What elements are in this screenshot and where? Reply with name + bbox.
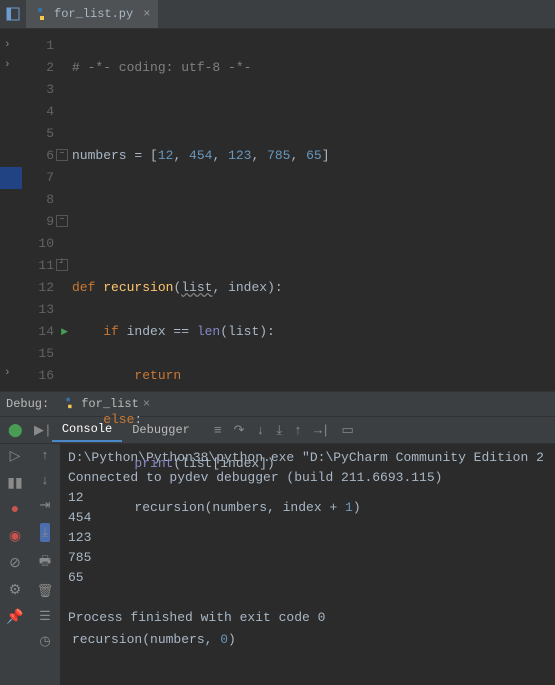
view-breakpoints-icon[interactable]: ◉ [9, 528, 21, 545]
code-editor[interactable]: › › › 1 2 3 4 5 6− 7 8 9− 10 11┘ 12 13 1… [0, 29, 555, 391]
run-to-cursor-icon[interactable]: ▶| [34, 423, 52, 438]
code-area[interactable]: # -*- coding: utf-8 -*- numbers = [12, 4… [72, 29, 555, 391]
tab-for-list[interactable]: for_list.py × [26, 0, 158, 28]
debug-title: Debug: [6, 397, 49, 411]
clear-icon[interactable]: 🗑 [37, 584, 54, 599]
down-stack-icon[interactable]: ↓ [41, 473, 49, 488]
debug-left-sidebar: ▷ ▮▮ ● ◉ ⊘ ⚙ 📌 [0, 444, 30, 685]
line-number-gutter: 1 2 3 4 5 6− 7 8 9− 10 11┘ 12 13 14▶ 15 … [0, 29, 72, 391]
resume-icon[interactable]: ▷ [10, 448, 21, 465]
history-icon[interactable]: ◷ [39, 634, 50, 649]
filter-icon[interactable]: ☰ [39, 609, 51, 624]
editor-tab-bar: for_list.py × [0, 0, 555, 29]
fold-end-icon[interactable]: ┘ [56, 259, 68, 271]
up-stack-icon[interactable]: ↑ [41, 448, 49, 463]
python-file-icon [34, 7, 48, 21]
fold-icon[interactable]: − [56, 215, 68, 227]
rerun-sidebar-top: ⬤ [0, 423, 30, 438]
fold-icon[interactable]: − [56, 149, 68, 161]
stop-icon[interactable]: ● [11, 502, 19, 518]
settings-icon[interactable]: ⚙ [9, 582, 22, 599]
wrap-icon[interactable]: ⇥ [40, 498, 51, 513]
print-icon[interactable]: 🖶 [39, 552, 51, 574]
run-gutter-icon[interactable]: ▶ [61, 321, 68, 343]
pause-icon[interactable]: ▮▮ [7, 475, 22, 492]
bug-icon[interactable]: ⬤ [8, 423, 23, 438]
mute-breakpoints-icon[interactable]: ⊘ [9, 555, 21, 572]
console-action-sidebar: ↑ ↓ ⇥ ⤓ 🖶 🗑 ☰ ◷ [30, 444, 60, 685]
pin-icon[interactable]: 📌 [6, 609, 23, 626]
tab-label: for_list.py [54, 7, 133, 21]
close-icon[interactable]: × [143, 7, 150, 21]
scroll-end-icon[interactable]: ⤓ [40, 523, 50, 542]
dock-icon[interactable] [4, 5, 22, 23]
